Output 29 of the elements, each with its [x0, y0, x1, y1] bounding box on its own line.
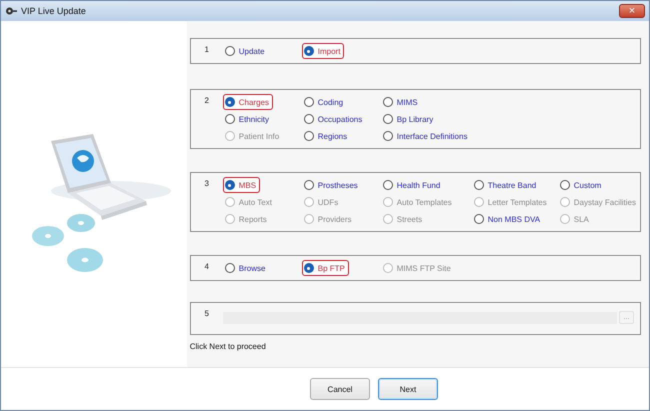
radio-option[interactable]: Bp FTP: [302, 260, 349, 276]
radio-option[interactable]: Theatre Band: [472, 177, 540, 193]
radio-option[interactable]: Charges: [222, 94, 273, 110]
radio-option[interactable]: Regions: [302, 128, 352, 144]
radio-option[interactable]: Ethnicity: [222, 111, 273, 127]
radio-option[interactable]: Import: [302, 43, 344, 59]
radio-option[interactable]: Browse: [222, 260, 270, 276]
next-button[interactable]: Next: [378, 378, 438, 400]
radio-option[interactable]: Custom: [558, 177, 606, 193]
step-number: 4: [204, 261, 210, 273]
radio-option[interactable]: Interface Definitions: [380, 128, 472, 144]
radio-option[interactable]: Update: [222, 43, 269, 59]
radio-option[interactable]: MBS: [222, 177, 260, 193]
step-number: 2: [204, 95, 210, 107]
step-number: 1: [204, 44, 210, 56]
cancel-button[interactable]: Cancel: [310, 378, 370, 400]
window-title: VIP Live Update: [21, 6, 87, 16]
step-number: 5: [204, 308, 210, 320]
radio-option[interactable]: Coding: [302, 94, 348, 110]
radio-option[interactable]: Health Fund: [380, 177, 444, 193]
close-button[interactable]: ×: [619, 4, 645, 18]
radio-option[interactable]: MIMS: [380, 94, 422, 110]
app-icon: [5, 6, 17, 16]
radio-option[interactable]: Occupations: [302, 111, 366, 127]
radio-option[interactable]: Prostheses: [302, 177, 362, 193]
radio-option[interactable]: Bp Library: [380, 111, 438, 127]
hint-text: Click Next to proceed: [190, 342, 267, 351]
radio-option[interactable]: Non MBS DVA: [472, 211, 544, 227]
step-number: 3: [204, 178, 210, 190]
